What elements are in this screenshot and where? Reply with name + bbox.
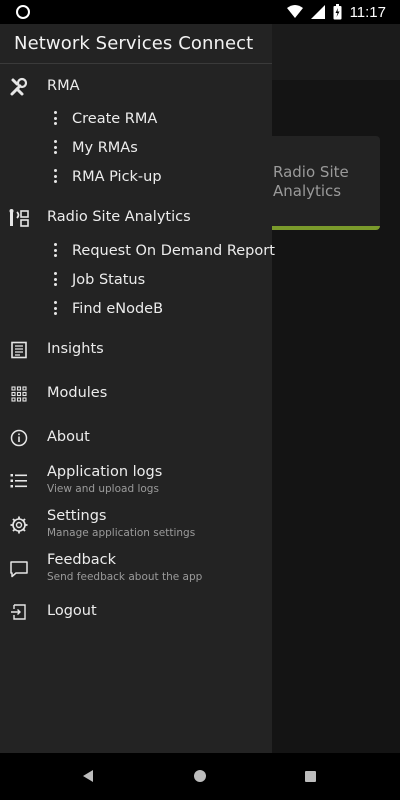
menu-item-modules[interactable]: Modules <box>0 381 272 407</box>
menu-item-label: Radio Site Analytics <box>47 209 191 225</box>
submenu-item-request-report[interactable]: Request On Demand Report <box>0 238 275 266</box>
submenu-item-label: RMA Pick-up <box>72 169 162 185</box>
menu-item-insights[interactable]: Insights <box>0 337 272 363</box>
submenu-item-label: Find eNodeB <box>72 301 164 317</box>
logout-icon <box>8 601 30 623</box>
submenu-item-label: My RMAs <box>72 140 138 156</box>
info-icon <box>8 427 30 449</box>
battery-icon <box>333 4 342 20</box>
submenu-item-my-rmas[interactable]: My RMAs <box>0 135 272 163</box>
menu-item-subtitle: Manage application settings <box>47 527 196 539</box>
radio-site-icon <box>8 207 30 229</box>
insights-icon <box>8 339 30 361</box>
kebab-icon <box>54 301 58 317</box>
menu-item-label: Application logs <box>47 464 163 480</box>
kebab-icon <box>54 111 58 127</box>
navigation-drawer: Network Services Connect RMA Create RMA … <box>0 24 275 753</box>
signal-icon <box>310 5 325 19</box>
menu-item-radio-site-analytics[interactable]: Radio Site Analytics <box>0 207 272 231</box>
kebab-icon <box>54 243 58 259</box>
menu-item-label: Feedback <box>47 552 117 568</box>
kebab-icon <box>54 169 58 185</box>
status-bar: 11:17 <box>0 0 400 24</box>
notification-icon <box>16 5 30 19</box>
submenu-item-label: Request On Demand Report <box>72 243 275 259</box>
home-icon[interactable] <box>194 770 206 782</box>
status-time: 11:17 <box>349 3 386 21</box>
wifi-icon <box>286 5 303 18</box>
submenu-item-label: Create RMA <box>72 111 158 127</box>
recents-icon[interactable] <box>305 771 316 782</box>
menu-item-subtitle: Send feedback about the app <box>47 571 203 583</box>
drawer-header: Network Services Connect <box>0 24 272 64</box>
list-icon <box>8 470 30 492</box>
menu-item-logout[interactable]: Logout <box>0 600 272 626</box>
menu-item-rma[interactable]: RMA <box>0 76 272 100</box>
kebab-icon <box>54 140 58 156</box>
background-card-label: Radio Site Analytics <box>273 163 349 200</box>
menu-item-label: Modules <box>47 385 108 401</box>
menu-item-feedback[interactable]: Feedback Send feedback about the app <box>0 552 272 586</box>
menu-item-label: RMA <box>47 78 80 94</box>
modules-grid-icon <box>8 383 30 405</box>
tools-icon <box>8 76 30 98</box>
submenu-item-job-status[interactable]: Job Status <box>0 267 272 295</box>
menu-item-label: About <box>47 429 90 445</box>
chat-icon <box>8 558 30 580</box>
menu-item-label: Logout <box>47 603 97 619</box>
status-icons: 11:17 <box>286 3 386 21</box>
menu-item-label: Settings <box>47 508 107 524</box>
submenu-item-rma-pickup[interactable]: RMA Pick-up <box>0 164 272 192</box>
drawer-title: Network Services Connect <box>14 33 254 54</box>
submenu-item-label: Job Status <box>72 272 146 288</box>
menu-item-application-logs[interactable]: Application logs View and upload logs <box>0 464 272 498</box>
submenu-item-create-rma[interactable]: Create RMA <box>0 106 272 134</box>
system-nav-bar <box>0 753 400 800</box>
menu-item-label: Insights <box>47 341 104 357</box>
menu-item-subtitle: View and upload logs <box>47 483 159 495</box>
back-icon[interactable] <box>83 770 93 782</box>
menu-item-about[interactable]: About <box>0 425 272 451</box>
menu-item-settings[interactable]: Settings Manage application settings <box>0 508 272 542</box>
kebab-icon <box>54 272 58 288</box>
gear-icon <box>8 514 30 536</box>
submenu-item-find-enodeb[interactable]: Find eNodeB <box>0 296 272 324</box>
